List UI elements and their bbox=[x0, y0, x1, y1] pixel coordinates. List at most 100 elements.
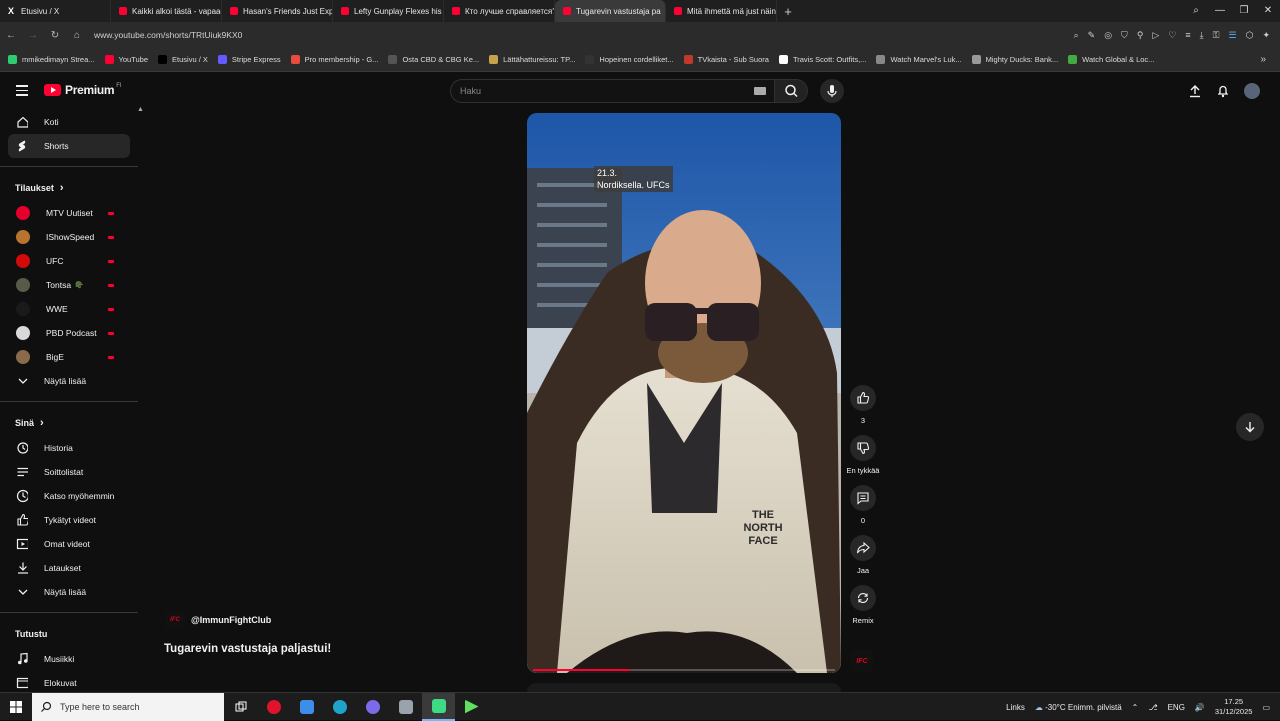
menu-icon[interactable] bbox=[16, 85, 28, 99]
browser-tab[interactable]: Кто лучше справляется? bbox=[444, 0, 555, 22]
weather-widget[interactable]: ☁ -30°C Enimm. pilvistä bbox=[1035, 703, 1122, 712]
browser-tab[interactable]: Kaikki alkoi tästä - vapaaottelu bbox=[111, 0, 222, 22]
camera-icon[interactable]: ◎ bbox=[1104, 30, 1112, 41]
heart-icon[interactable]: ♡ bbox=[1168, 30, 1176, 41]
url-field[interactable]: www.youtube.com/shorts/TRtUiuk9KX0 bbox=[94, 30, 1074, 40]
lock-icon[interactable]: ⚿ bbox=[1213, 30, 1220, 41]
ai-icon[interactable]: ✦ bbox=[1262, 30, 1270, 41]
bookmark-item[interactable]: Hopeinen cordelliket... bbox=[585, 55, 674, 64]
sidebar-item-koti[interactable]: Koti bbox=[0, 110, 130, 134]
browser-tab[interactable]: X Etusivu / X bbox=[0, 0, 111, 22]
bookmark-item[interactable]: Lättähattureissu: TP... bbox=[489, 55, 575, 64]
subscription-item[interactable]: Tontsa 🪖 bbox=[0, 273, 130, 297]
youtube-logo[interactable]: Premium FI bbox=[44, 83, 122, 97]
tray-chevron-icon[interactable]: ⌃ bbox=[1132, 703, 1139, 712]
keyboard-icon[interactable] bbox=[754, 87, 766, 95]
short-video-player[interactable]: THE NORTH FACE bbox=[527, 113, 841, 673]
translate-icon[interactable]: ⚲ bbox=[1137, 30, 1144, 41]
sidebar-item-history[interactable]: Historia bbox=[0, 436, 130, 460]
sidebar-item-show-more-you[interactable]: Näytä lisää bbox=[0, 580, 130, 604]
android-studio-app[interactable] bbox=[422, 692, 455, 721]
language-indicator[interactable]: ENG bbox=[1168, 703, 1185, 712]
minimize-button[interactable]: — bbox=[1208, 0, 1232, 22]
sidebar-item-music[interactable]: Musiikki bbox=[0, 647, 130, 671]
voice-search-button[interactable] bbox=[820, 79, 844, 103]
notification-center-icon[interactable]: ▭ bbox=[1262, 703, 1270, 712]
download-icon[interactable]: ⤓ bbox=[1200, 30, 1204, 41]
new-tab-icon[interactable]: + bbox=[777, 4, 799, 19]
sidebar-item-download[interactable]: Lataukset bbox=[0, 556, 130, 580]
video-progress-bar[interactable] bbox=[533, 669, 835, 671]
sidebar-item-playlist[interactable]: Soittolistat bbox=[0, 460, 130, 484]
sidebar-item-shorts[interactable]: Shorts bbox=[8, 134, 130, 158]
subscriptions-header[interactable]: Tilaukset › bbox=[0, 175, 138, 201]
browser-tab[interactable]: Mitä ihmettä mä just näin bbox=[666, 0, 777, 22]
subscription-item[interactable]: IShowSpeed bbox=[0, 225, 130, 249]
bookmark-item[interactable]: Osta CBD & CBG Ke... bbox=[388, 55, 479, 64]
sidebar-scroll-up-icon[interactable]: ▲ bbox=[137, 106, 144, 113]
bookmark-item[interactable]: Travis Scott: Outfits,... bbox=[778, 55, 866, 64]
search-button[interactable] bbox=[774, 79, 808, 103]
speaker-icon[interactable]: 🔊 bbox=[1195, 703, 1205, 712]
vpn-app[interactable] bbox=[389, 693, 422, 721]
more-bookmarks-icon[interactable]: » bbox=[1260, 54, 1266, 65]
sidebar-item-show-more[interactable]: Näytä lisää bbox=[0, 369, 130, 393]
tab-search-icon[interactable]: ⌕ bbox=[1184, 0, 1208, 22]
browser-tab[interactable]: Lefty Gunplay Flexes his C bbox=[333, 0, 444, 22]
discord-app[interactable] bbox=[356, 693, 389, 721]
account-avatar[interactable] bbox=[1244, 83, 1260, 99]
zoom-icon[interactable]: ⌕ bbox=[1074, 30, 1079, 41]
share-button[interactable] bbox=[850, 535, 876, 561]
bookmark-item[interactable]: Watch Marvel's Luk... bbox=[876, 55, 962, 64]
channel-avatar[interactable]: IFC bbox=[165, 612, 185, 628]
sound-source-thumbnail[interactable]: IFC bbox=[851, 650, 873, 672]
close-window-button[interactable]: ✕ bbox=[1256, 0, 1280, 22]
task-view-button[interactable] bbox=[224, 693, 257, 721]
sidebar-item-film[interactable]: Elokuvat bbox=[0, 671, 130, 692]
subscription-item[interactable]: UFC bbox=[0, 249, 130, 273]
bookmark-item[interactable]: Etusivu / X bbox=[158, 55, 208, 64]
media-app[interactable] bbox=[455, 693, 488, 721]
sidebar-item-clock[interactable]: Katso myöhemmin bbox=[0, 484, 130, 508]
edge-app[interactable] bbox=[323, 693, 356, 721]
bookmark-item[interactable]: Stripe Express bbox=[217, 55, 281, 64]
subscription-item[interactable]: PBD Podcast bbox=[0, 321, 130, 345]
dislike-button[interactable] bbox=[850, 435, 876, 461]
browser-tab[interactable]: Hasan's Friends Just Exposed bbox=[222, 0, 333, 22]
bookmark-item[interactable]: Pro membership - G... bbox=[290, 55, 378, 64]
start-button[interactable] bbox=[0, 693, 32, 721]
browser-tab[interactable]: Tugarevin vastustaja pa bbox=[555, 0, 666, 22]
forward-button[interactable]: → bbox=[22, 30, 44, 41]
subscription-item[interactable]: WWE bbox=[0, 297, 130, 321]
bookmark-item[interactable]: YouTube bbox=[104, 55, 148, 64]
bookmark-item[interactable]: Mighty Ducks: Bank... bbox=[971, 55, 1058, 64]
subscription-item[interactable]: MTV Uutiset bbox=[0, 201, 130, 225]
cube-icon[interactable]: ⬡ bbox=[1246, 30, 1254, 41]
clock[interactable]: 17.25 31/12/2025 bbox=[1215, 697, 1253, 717]
remix-button[interactable] bbox=[850, 585, 876, 611]
photos-app[interactable] bbox=[290, 693, 323, 721]
shield-icon[interactable]: ⛉ bbox=[1121, 30, 1128, 41]
bookmark-item[interactable]: TVkaista - Sub Suora bbox=[683, 55, 769, 64]
edit-icon[interactable]: ✎ bbox=[1088, 30, 1096, 41]
opera-app[interactable] bbox=[257, 693, 290, 721]
next-short-button[interactable] bbox=[1236, 413, 1264, 441]
you-header[interactable]: Sinä › bbox=[0, 410, 138, 436]
like-button[interactable] bbox=[850, 385, 876, 411]
extension-icon[interactable]: ☰ bbox=[1229, 30, 1237, 41]
sidebar-item-video[interactable]: Omat videot bbox=[0, 532, 130, 556]
search-input[interactable] bbox=[451, 80, 731, 102]
links-toolbar[interactable]: Links bbox=[1006, 703, 1025, 712]
restore-button[interactable]: ❐ bbox=[1232, 0, 1256, 22]
channel-handle[interactable]: @ImmunFightClub bbox=[191, 615, 271, 625]
comments-button[interactable] bbox=[850, 485, 876, 511]
sidebar-item-like[interactable]: Tykätyt videot bbox=[0, 508, 130, 532]
subscription-item[interactable]: BigE bbox=[0, 345, 130, 369]
reload-button[interactable]: ↻ bbox=[44, 30, 66, 41]
back-button[interactable]: ← bbox=[0, 30, 22, 41]
play-icon[interactable]: ▷ bbox=[1152, 30, 1159, 41]
taskbar-search-input[interactable] bbox=[60, 701, 210, 712]
menu-lines-icon[interactable]: ≡ bbox=[1185, 30, 1190, 41]
bookmark-item[interactable]: mmikedimayn Strea... bbox=[8, 55, 95, 64]
notifications-icon[interactable] bbox=[1216, 84, 1230, 98]
